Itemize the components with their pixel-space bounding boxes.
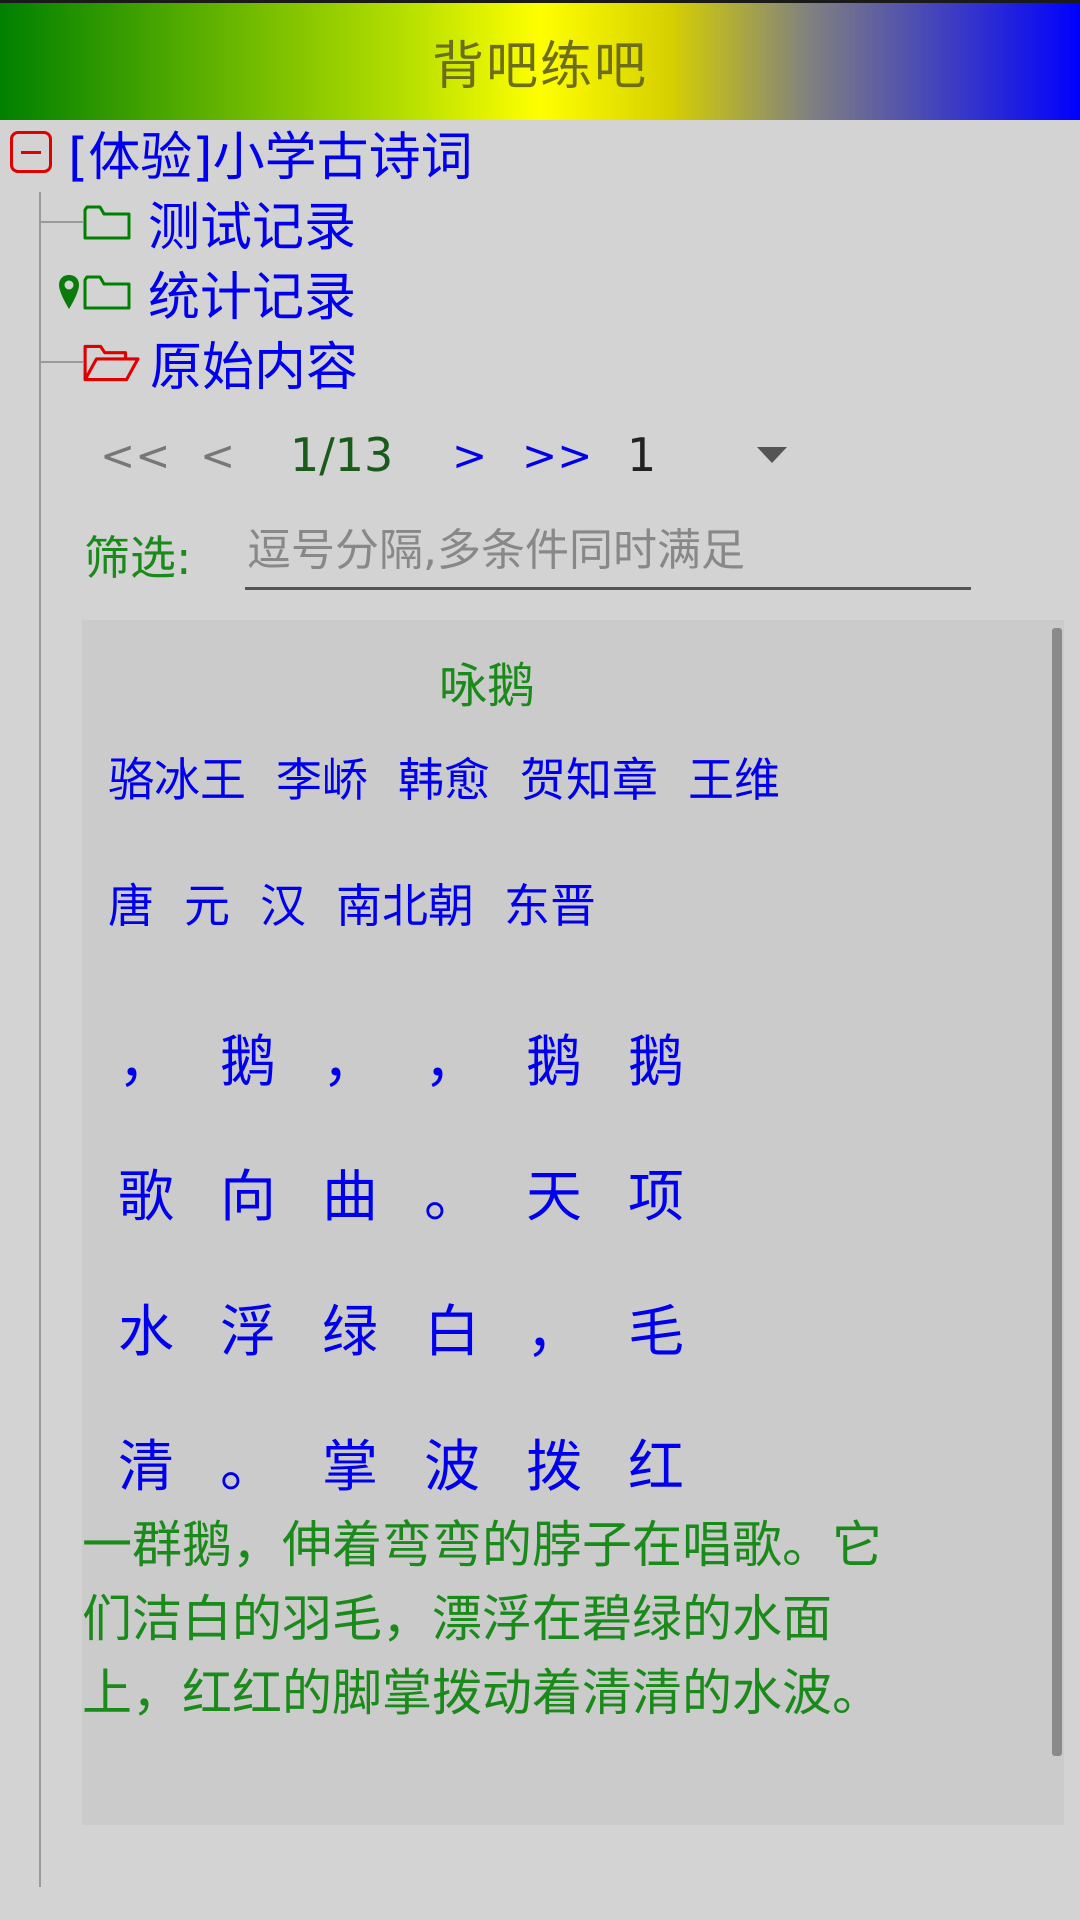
tree-item-label: 统计记录 (148, 267, 357, 328)
character-tile[interactable]: 水 (112, 1287, 214, 1368)
character-tile[interactable]: ， (316, 1017, 418, 1098)
dynasty-option[interactable]: 东晋 (504, 870, 596, 936)
dynasty-option[interactable]: 元 (184, 870, 230, 936)
character-row: ， 鹅 ， ， 鹅 鹅 (112, 990, 724, 1125)
page-select[interactable]: 1 (627, 428, 787, 482)
author-option[interactable]: 王维 (688, 744, 780, 810)
tree-connector (39, 221, 83, 223)
author-option[interactable]: 贺知章 (520, 744, 658, 810)
prev-page-button[interactable]: < (200, 431, 290, 480)
dynasty-option[interactable]: 南北朝 (336, 870, 474, 936)
character-tile[interactable]: 鹅 (622, 1017, 724, 1098)
character-tile[interactable]: 鹅 (214, 1017, 316, 1098)
author-option[interactable]: 韩愈 (398, 744, 490, 810)
tree-connector-vertical (39, 192, 41, 1887)
dynasty-options: 唐 元 汉 南北朝 东晋 (108, 870, 596, 936)
character-tile[interactable]: ， (112, 1017, 214, 1098)
page-indicator: 1/13 (290, 428, 394, 482)
tree-item-test-records[interactable]: 测试记录 (82, 190, 356, 258)
tree-connector (39, 361, 83, 363)
character-tile[interactable]: 红 (622, 1422, 724, 1503)
character-row: 歌 向 曲 。 天 项 (112, 1125, 724, 1260)
character-tile[interactable]: 拨 (520, 1422, 622, 1503)
character-tile[interactable]: 浮 (214, 1287, 316, 1368)
collapse-minus-icon[interactable] (10, 131, 52, 173)
app-title: 背吧练吧 (431, 37, 648, 97)
character-grid: ， 鹅 ， ， 鹅 鹅 歌 向 曲 。 天 项 水 浮 绿 白 ， 毛 清 。 … (112, 990, 724, 1530)
poem-translation: 一群鹅，伸着弯弯的脖子在唱歌。它们洁白的羽毛，漂浮在碧绿的水面上，红红的脚掌拨动… (82, 1516, 882, 1722)
first-page-button[interactable]: << (100, 431, 200, 480)
filter-label: 筛选: (84, 531, 192, 585)
tree-item-original-content[interactable]: 原始内容 (82, 330, 358, 398)
pager: << < 1/13 > >> 1 (100, 420, 787, 490)
app-header: 背吧练吧 (0, 0, 1080, 120)
page-select-value: 1 (627, 428, 657, 482)
author-option[interactable]: 骆冰王 (108, 744, 246, 810)
character-tile[interactable]: 曲 (316, 1152, 418, 1233)
tree-item-label: 测试记录 (148, 197, 357, 258)
tree-item-stat-records[interactable]: 统计记录 (82, 260, 356, 328)
folder-icon (83, 275, 131, 310)
poem-title: 咏鹅 (438, 658, 535, 714)
dropdown-arrow-icon (757, 447, 787, 463)
author-options: 骆冰王 李峤 韩愈 贺知章 王维 (108, 744, 780, 810)
poem-card: 咏鹅 骆冰王 李峤 韩愈 贺知章 王维 唐 元 汉 南北朝 东晋 ， 鹅 ， ，… (82, 620, 1064, 1825)
character-tile[interactable]: 。 (418, 1152, 520, 1233)
author-option[interactable]: 李峤 (276, 744, 368, 810)
scrollbar[interactable] (1052, 628, 1062, 1756)
character-tile[interactable]: 掌 (316, 1422, 418, 1503)
character-tile[interactable]: 毛 (622, 1287, 724, 1368)
character-tile[interactable]: 向 (214, 1152, 316, 1233)
tree-root-label: [体验]小学古诗词 (68, 127, 473, 188)
folder-open-icon (83, 344, 140, 382)
character-tile[interactable]: 波 (418, 1422, 520, 1503)
dynasty-option[interactable]: 唐 (108, 870, 154, 936)
filter-input[interactable] (245, 514, 971, 590)
character-tile[interactable]: 。 (214, 1422, 316, 1503)
last-page-button[interactable]: >> (522, 431, 627, 480)
dynasty-option[interactable]: 汉 (260, 870, 306, 936)
character-tile[interactable]: ， (418, 1017, 520, 1098)
character-tile[interactable]: 绿 (316, 1287, 418, 1368)
location-pin-icon (59, 275, 79, 309)
character-row: 水 浮 绿 白 ， 毛 (112, 1260, 724, 1395)
character-tile[interactable]: 歌 (112, 1152, 214, 1233)
folder-icon (83, 205, 131, 240)
character-tile[interactable]: 鹅 (520, 1017, 622, 1098)
character-tile[interactable]: ， (520, 1287, 622, 1368)
character-tile[interactable]: 白 (418, 1287, 520, 1368)
tree-root-node[interactable]: [体验]小学古诗词 (10, 124, 473, 188)
character-tile[interactable]: 项 (622, 1152, 724, 1233)
character-tile[interactable]: 天 (520, 1152, 622, 1233)
next-page-button[interactable]: > (452, 431, 522, 480)
tree-item-label: 原始内容 (150, 337, 359, 398)
character-tile[interactable]: 清 (112, 1422, 214, 1503)
